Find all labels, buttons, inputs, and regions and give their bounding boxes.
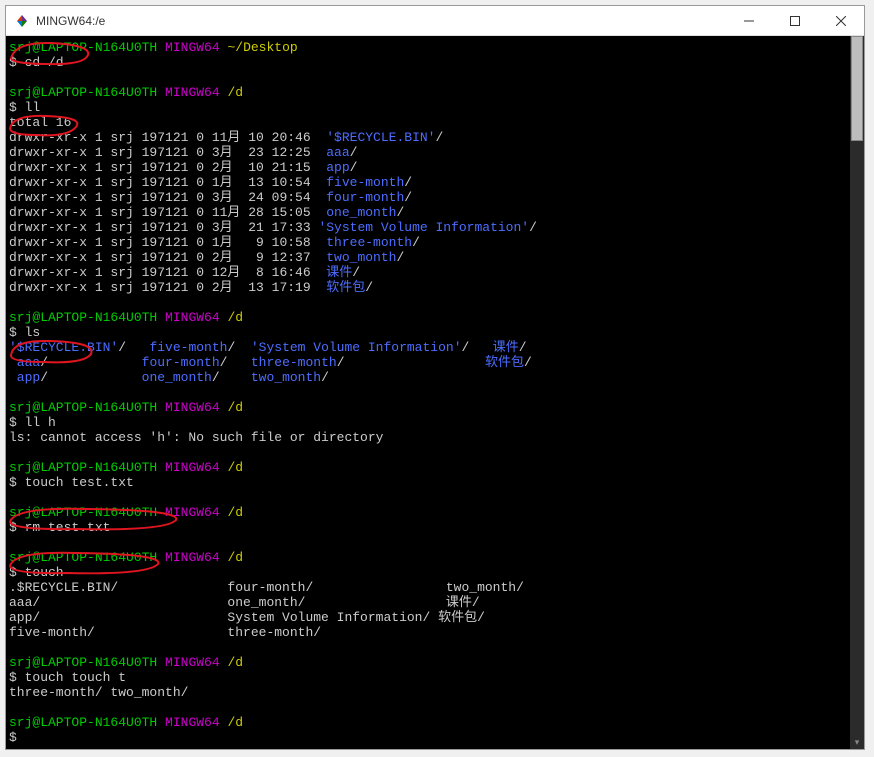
maximize-icon <box>790 16 800 26</box>
maximize-button[interactable] <box>772 6 818 35</box>
close-button[interactable] <box>818 6 864 35</box>
app-window: MINGW64:/e srj@LAPTOP-N164U0TH MINGW64 ~… <box>5 5 865 750</box>
terminal-area[interactable]: srj@LAPTOP-N164U0TH MINGW64 ~/Desktop$ c… <box>6 36 864 749</box>
minimize-icon <box>744 16 754 26</box>
window-controls <box>726 6 864 35</box>
close-icon <box>836 16 846 26</box>
titlebar[interactable]: MINGW64:/e <box>6 6 864 36</box>
scroll-down-icon[interactable]: ▾ <box>850 735 864 749</box>
scrollbar[interactable]: ▾ <box>850 36 864 749</box>
terminal-output[interactable]: srj@LAPTOP-N164U0TH MINGW64 ~/Desktop$ c… <box>6 36 850 749</box>
minimize-button[interactable] <box>726 6 772 35</box>
window-title: MINGW64:/e <box>36 14 726 28</box>
mingw-icon <box>14 13 30 29</box>
scroll-thumb[interactable] <box>851 36 863 141</box>
